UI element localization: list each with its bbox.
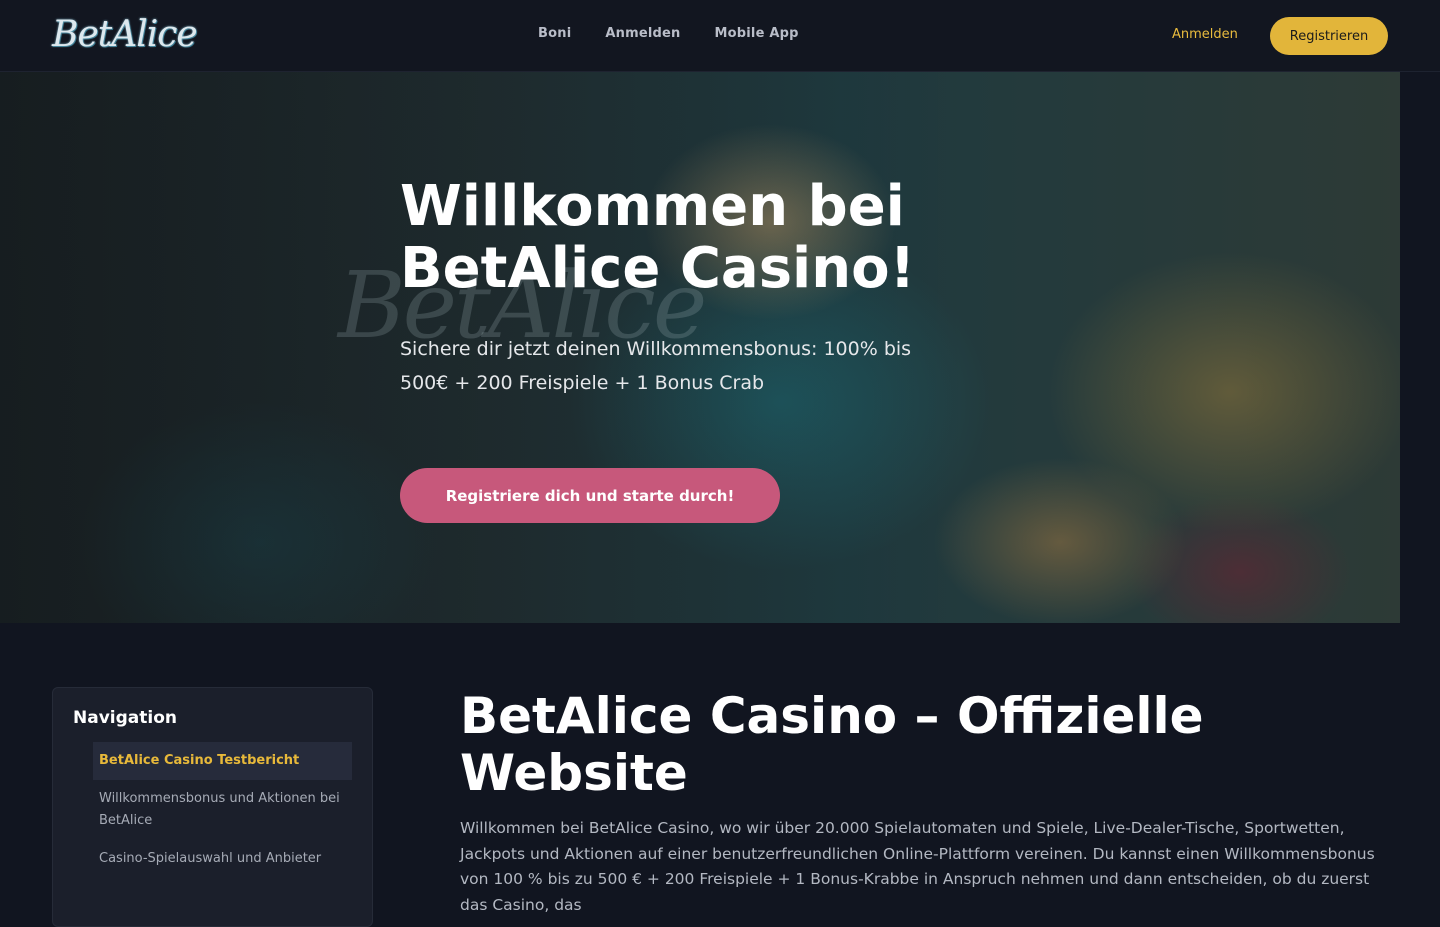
sidebar-title: Navigation (73, 708, 177, 728)
intro-paragraph: Willkommen bei BetAlice Casino, wo wir ü… (460, 819, 1375, 914)
nav-link-boni[interactable]: Boni (538, 26, 571, 41)
page-title: BetAlice Casino – Offizielle Website (460, 687, 1204, 802)
sidebar-item-testbericht[interactable]: BetAlice Casino Testbericht (93, 742, 352, 780)
hero-banner: BetAlice Willkommen bei BetAlice Casino!… (0, 72, 1400, 623)
sidebar-item-spielauswahl[interactable]: Casino-Spielauswahl und Anbieter (93, 840, 352, 878)
hero-title: Willkommen bei BetAlice Casino! (400, 174, 916, 301)
login-link[interactable]: Anmelden (1172, 27, 1238, 42)
hero-register-button[interactable]: Registriere dich und starte durch! (400, 468, 780, 523)
betalice-logo[interactable]: BetAlice (52, 14, 198, 55)
sidebar-item-willkommensbonus[interactable]: Willkommensbonus und Aktionen bei BetAli… (93, 780, 352, 840)
main-nav: Boni Anmelden Mobile App (538, 26, 799, 41)
nav-link-anmelden[interactable]: Anmelden (605, 26, 680, 41)
nav-link-mobile-app[interactable]: Mobile App (714, 26, 798, 41)
site-header: BetAlice Boni Anmelden Mobile App Anmeld… (0, 0, 1440, 72)
register-button[interactable]: Registrieren (1270, 17, 1388, 55)
hero-subtitle: Sichere dir jetzt deinen Willkommensbonu… (400, 338, 912, 394)
navigation-sidebar: Navigation BetAlice Casino Testbericht W… (52, 687, 373, 927)
